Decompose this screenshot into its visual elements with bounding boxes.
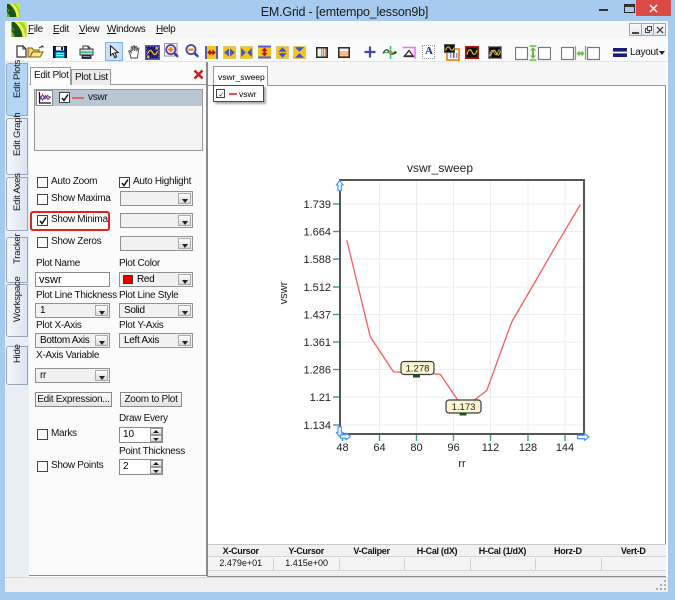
svg-text:1.361: 1.361 xyxy=(303,337,331,349)
svg-text:1.173: 1.173 xyxy=(452,402,476,413)
svg-text:1.21: 1.21 xyxy=(310,392,331,404)
svg-text:vswr: vswr xyxy=(280,281,290,304)
svg-text:144: 144 xyxy=(556,442,574,454)
svg-text:1.437: 1.437 xyxy=(303,310,331,322)
svg-text:1.134: 1.134 xyxy=(303,420,331,432)
svg-text:vswr_sweep: vswr_sweep xyxy=(407,161,473,175)
svg-text:1.512: 1.512 xyxy=(303,282,331,294)
svg-text:1.286: 1.286 xyxy=(303,365,331,377)
svg-text:64: 64 xyxy=(373,442,385,454)
svg-text:rr: rr xyxy=(458,458,466,470)
svg-text:112: 112 xyxy=(482,442,500,454)
svg-text:1.588: 1.588 xyxy=(303,254,331,266)
svg-text:48: 48 xyxy=(336,442,348,454)
svg-text:1.278: 1.278 xyxy=(406,364,430,375)
svg-text:128: 128 xyxy=(519,442,537,454)
svg-text:1.739: 1.739 xyxy=(303,199,331,211)
svg-text:80: 80 xyxy=(410,442,422,454)
svg-text:96: 96 xyxy=(447,442,459,454)
svg-text:1.664: 1.664 xyxy=(303,227,331,239)
